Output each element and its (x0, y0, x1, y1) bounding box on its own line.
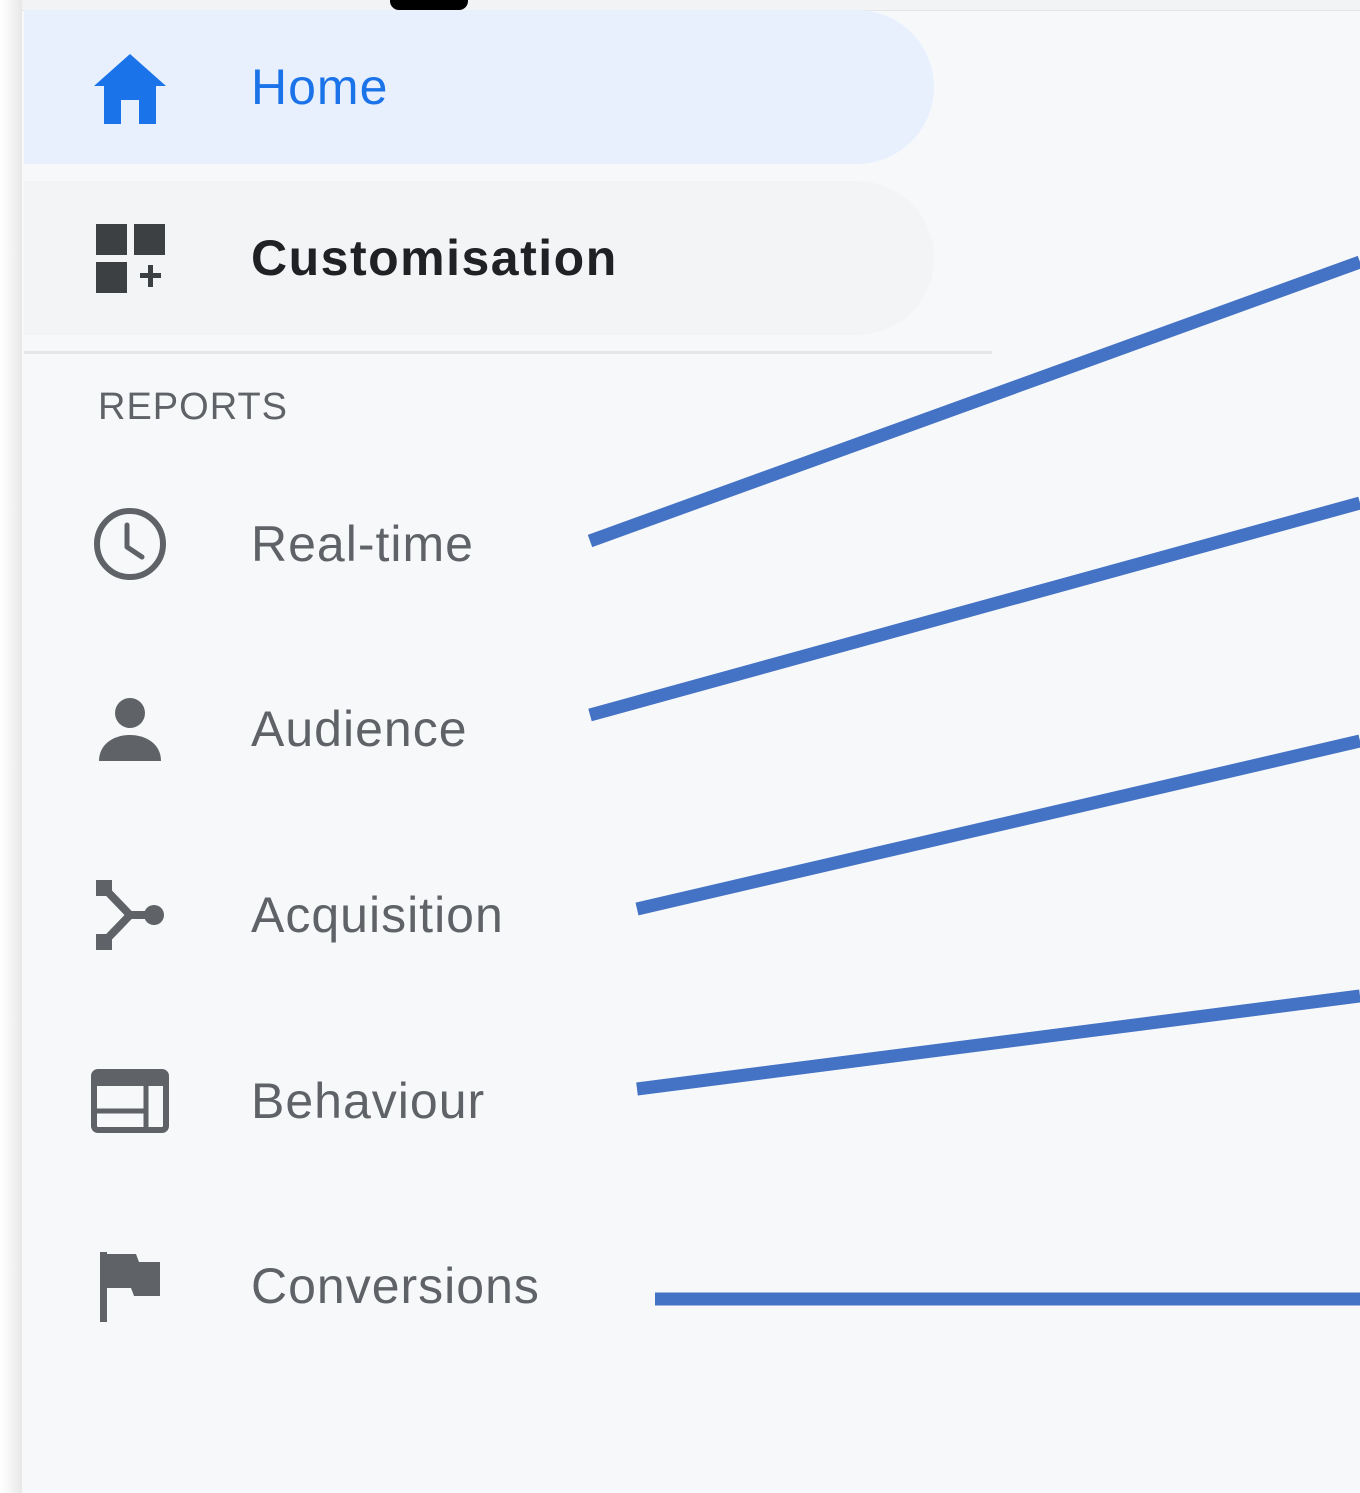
top-notch (390, 0, 468, 10)
nav-item-acquisition-label: Acquisition (251, 887, 504, 943)
nav-item-behaviour-label: Behaviour (251, 1073, 486, 1129)
section-divider (24, 351, 992, 354)
left-shadow (0, 0, 22, 1493)
merge-icon (90, 875, 170, 955)
nav-item-customisation-label: Customisation (251, 230, 618, 286)
dashboard-add-icon (90, 218, 170, 298)
nav-item-behaviour[interactable]: Behaviour (24, 1041, 934, 1161)
nav-item-home-label: Home (251, 59, 389, 115)
nav-item-conversions-label: Conversions (251, 1258, 540, 1314)
nav-item-real-time[interactable]: Real-time (24, 484, 934, 604)
nav-item-customisation[interactable]: Customisation (24, 181, 934, 335)
nav-item-home[interactable]: Home (24, 10, 934, 164)
nav-item-conversions[interactable]: Conversions (24, 1226, 934, 1346)
nav-item-audience-label: Audience (251, 701, 468, 757)
sidebar-screenshot: Home Customisation REPORTS Real-time Aud… (0, 0, 1360, 1493)
nav-item-acquisition[interactable]: Acquisition (24, 855, 934, 975)
home-icon (90, 47, 170, 127)
clock-icon (90, 504, 170, 584)
behaviour-window-icon (90, 1061, 170, 1141)
flag-icon (90, 1246, 170, 1326)
reports-section-title: REPORTS (98, 386, 289, 428)
nav-item-real-time-label: Real-time (251, 516, 474, 572)
nav-item-audience[interactable]: Audience (24, 669, 934, 789)
person-icon (90, 689, 170, 769)
